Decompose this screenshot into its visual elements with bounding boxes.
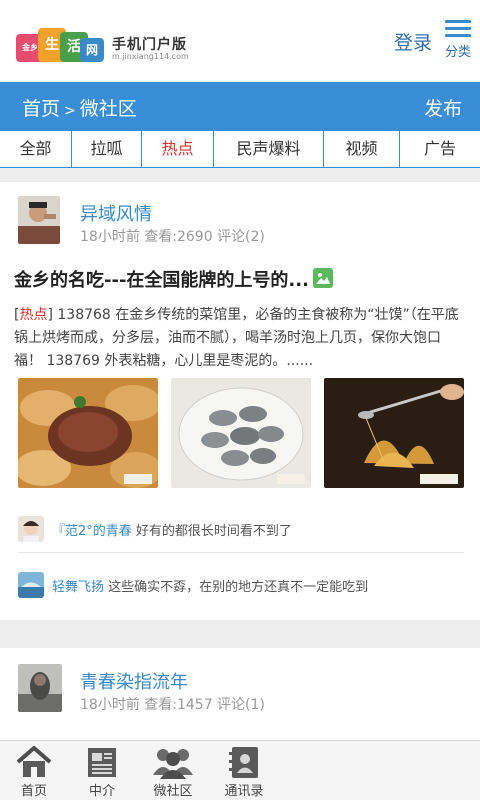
- post-title-text: 金乡的名吃---在全国能牌的上号的...: [14, 270, 309, 291]
- breadcrumb-separator: >: [64, 103, 76, 119]
- logo-bag-4: 网: [80, 38, 104, 62]
- login-button[interactable]: 登录: [394, 28, 432, 55]
- comment-text: 『范2°的青春 好有的都很长时间看不到了: [52, 520, 292, 539]
- breadcrumb-current: 微社区: [79, 98, 137, 120]
- category-tabs: 全部 拉呱 热点 民声爆料 视频 广告: [0, 130, 480, 168]
- comment-item[interactable]: 轻舞飞扬 这些确实不孬，在别的地方还真不一定能吃到: [18, 566, 464, 604]
- contacts-icon: [229, 747, 258, 778]
- post-images: [18, 378, 464, 490]
- avatar-photo: [18, 196, 60, 244]
- post-author[interactable]: 异域风情: [80, 200, 152, 226]
- breadcrumb: 首页 > 微社区: [22, 94, 137, 121]
- tab-video[interactable]: 视频: [324, 131, 400, 167]
- image-icon: [312, 268, 333, 288]
- brand-url: m.jinxiang114.com: [112, 52, 189, 61]
- tab-public-reports[interactable]: 民声爆料: [214, 131, 324, 167]
- hamburger-icon: [440, 20, 476, 37]
- comment-body: 这些确实不孬，在别的地方还真不一定能吃到: [108, 580, 369, 595]
- post-body: 138768 在金乡传统的菜馆里，必备的主食被称为“壮馍”（在平底锅上烘烤而成，…: [14, 307, 459, 369]
- post-image-3[interactable]: [324, 378, 464, 488]
- tab-all[interactable]: 全部: [0, 131, 72, 167]
- tab-ads[interactable]: 广告: [400, 131, 480, 167]
- comment-divider: [18, 552, 464, 553]
- bottom-nav-label: 中介: [88, 784, 115, 799]
- comment-text: 轻舞飞扬 这些确实不孬，在别的地方还真不一定能吃到: [52, 576, 368, 595]
- bottom-nav-contacts[interactable]: 通讯录: [210, 741, 278, 800]
- brand-subtitle: 手机门户版: [112, 37, 187, 53]
- publish-button[interactable]: 发布: [424, 94, 462, 121]
- post-title[interactable]: 金乡的名吃---在全国能牌的上号的...: [14, 266, 333, 292]
- nav-bar: 首页 > 微社区 发布: [0, 82, 480, 130]
- tab-chat[interactable]: 拉呱: [72, 131, 142, 167]
- comment-item[interactable]: 『范2°的青春 好有的都很长时间看不到了: [18, 510, 464, 548]
- bottom-nav-community[interactable]: 微社区: [136, 741, 210, 800]
- comment-body: 好有的都很长时间看不到了: [135, 524, 292, 539]
- comment-author[interactable]: 『范2°的青春: [52, 524, 132, 539]
- post-meta: 18小时前 查看:2690 评论(2): [80, 229, 265, 245]
- site-logo[interactable]: 金乡 生 活 网: [16, 22, 106, 66]
- comment-avatar: [18, 516, 44, 542]
- comment-avatar: [18, 572, 44, 598]
- avatar[interactable]: [18, 664, 62, 712]
- post-image-2[interactable]: [171, 378, 311, 488]
- category-menu-button[interactable]: 分类: [440, 20, 476, 60]
- home-icon: [16, 746, 52, 777]
- bottom-nav-label: 首页: [20, 784, 47, 799]
- bottom-nav-agency[interactable]: 中介: [68, 741, 136, 800]
- bottom-nav: 首页 中介 微社区 通讯录: [0, 740, 480, 800]
- avatar[interactable]: [18, 196, 60, 244]
- newspaper-icon: [88, 748, 116, 777]
- post-meta: 18小时前 查看:1457 评论(1): [80, 697, 265, 713]
- post-image-1[interactable]: [18, 378, 158, 488]
- breadcrumb-home[interactable]: 首页: [22, 98, 60, 120]
- avatar-photo: [18, 664, 62, 712]
- comment-author[interactable]: 轻舞飞扬: [52, 580, 104, 595]
- bottom-nav-label: 通讯录: [224, 784, 264, 799]
- top-header: 金乡 生 活 网 手机门户版 m.jinxiang114.com 登录 分类: [0, 0, 480, 82]
- bottom-nav-label: 微社区: [153, 784, 193, 799]
- community-icon: [153, 749, 193, 779]
- hot-tag: 热点: [19, 307, 48, 323]
- post-card[interactable]: 异域风情 18小时前 查看:2690 评论(2) 金乡的名吃---在全国能牌的上…: [0, 182, 480, 620]
- category-menu-label: 分类: [444, 45, 471, 60]
- app-root: 金乡 生 活 网 手机门户版 m.jinxiang114.com 登录 分类 首…: [0, 0, 480, 800]
- post-excerpt: [热点] 138768 在金乡传统的菜馆里，必备的主食被称为“壮馍”（在平底锅上…: [14, 307, 459, 369]
- post-author[interactable]: 青春染指流年: [80, 668, 188, 694]
- bottom-nav-home[interactable]: 首页: [0, 741, 68, 800]
- tab-hot[interactable]: 热点: [142, 131, 214, 167]
